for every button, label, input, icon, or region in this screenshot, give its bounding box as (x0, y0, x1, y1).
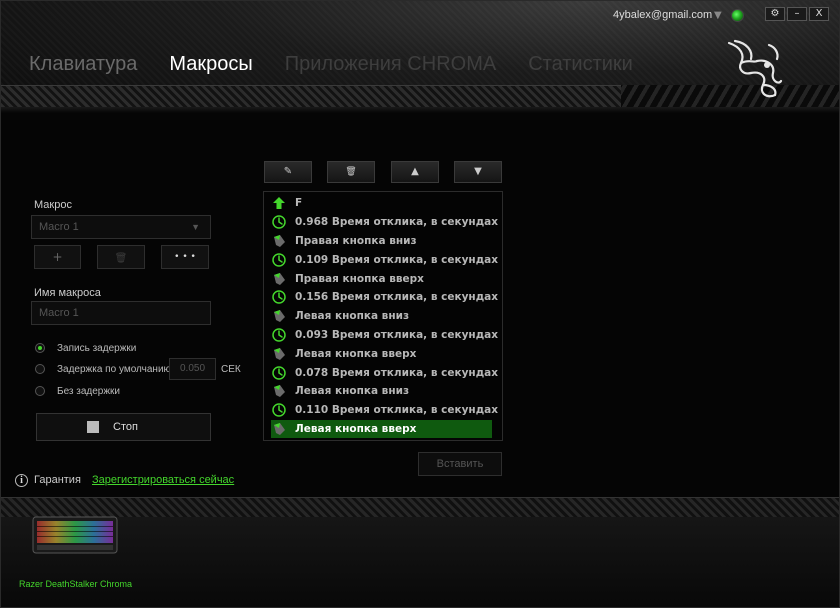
macro-steps-list[interactable]: F 0.968 Время отклика, в секундах Правая к… (263, 191, 503, 441)
mouse-icon (271, 233, 287, 249)
device-bar (1, 517, 839, 607)
razer-logo-icon (727, 39, 783, 98)
edit-step-button[interactable]: ✎ (264, 161, 312, 183)
keyboard-device-image[interactable] (31, 513, 119, 557)
list-item-text: 0.109 Время отклика, в секундах (295, 253, 499, 266)
move-down-button[interactable]: ▼ (454, 161, 502, 183)
insert-button[interactable]: Вставить (418, 452, 502, 476)
default-delay-input[interactable]: 0.050 (169, 358, 216, 380)
minimize-button[interactable]: – (787, 7, 807, 21)
tab-stats[interactable]: Статистики (528, 53, 633, 76)
list-item-selected[interactable]: Левая кнопка вверх (271, 419, 492, 439)
stop-button[interactable]: Стоп (36, 413, 211, 441)
tab-macros[interactable]: Макросы (169, 53, 252, 76)
stop-label: Стоп (113, 421, 138, 433)
record-delay-radio[interactable] (35, 343, 45, 353)
info-icon: i (15, 474, 28, 487)
trash-icon: 🗑 (114, 253, 128, 264)
device-name[interactable]: Razer DeathStalker Chroma (19, 579, 132, 589)
default-delay-label: Задержка по умолчанию (57, 364, 172, 375)
more-options-button[interactable]: • • • (161, 245, 209, 269)
register-now-link[interactable]: Зарегистрироваться сейчас (92, 474, 234, 486)
list-item[interactable]: Левая кнопка вверх (271, 344, 492, 363)
delete-step-button[interactable]: 🗑 (327, 161, 375, 183)
clock-icon (271, 402, 287, 418)
delete-macro-button[interactable]: 🗑 (97, 245, 145, 269)
move-up-button[interactable]: ▲ (391, 161, 439, 183)
list-item-text: Левая кнопка вверх (295, 422, 417, 435)
default-delay-radio[interactable] (35, 364, 45, 374)
list-item[interactable]: 0.110 Время отклика, в секундах (271, 401, 498, 420)
no-delay-radio[interactable] (35, 386, 45, 396)
clock-icon (271, 214, 287, 230)
delay-unit-label: СЕК (221, 364, 241, 375)
online-status-icon (731, 9, 744, 22)
list-item-text: 0.156 Время отклика, в секундах (295, 291, 499, 304)
no-delay-label: Без задержки (57, 386, 121, 397)
list-item[interactable]: Правая кнопка вниз (271, 232, 492, 251)
macro-name-input[interactable]: Macro 1 (31, 301, 211, 325)
mouse-icon (271, 383, 287, 399)
list-item[interactable]: Левая кнопка вниз (271, 307, 492, 326)
tab-keyboard[interactable]: Клавиатура (29, 53, 137, 76)
account-email[interactable]: 4ybalex@gmail.com (613, 9, 712, 21)
clock-icon (271, 327, 287, 343)
clock-icon (271, 289, 287, 305)
synapse-window: 4ybalex@gmail.com ▼ ⚙ – X Клавиатура Мак… (0, 0, 840, 608)
account-dropdown-icon[interactable]: ▼ (714, 10, 722, 21)
main-tabs: Клавиатура Макросы Приложения CHROMA Ста… (29, 53, 665, 76)
arrow-up-icon (271, 195, 287, 211)
mouse-icon (271, 346, 287, 362)
macro-select-value: Macro 1 (39, 221, 79, 233)
header-divider-shadow (1, 107, 839, 113)
macro-select[interactable]: Macro 1 ▼ (31, 215, 211, 239)
trash-icon: 🗑 (345, 167, 357, 177)
list-item-text: 0.968 Время отклика, в секундах (295, 216, 499, 229)
list-item[interactable]: 0.093 Время отклика, в секундах (271, 326, 498, 345)
mouse-icon (271, 271, 287, 287)
close-button[interactable]: X (809, 7, 829, 21)
list-item[interactable]: 0.968 Время отклика, в секундах (271, 213, 498, 232)
list-item-text: 0.078 Время отклика, в секундах (295, 366, 499, 379)
macro-name-label: Имя макроса (34, 287, 101, 299)
list-item-text: Правая кнопка вверх (295, 272, 424, 285)
list-item[interactable]: Левая кнопка вниз (271, 382, 492, 401)
mouse-icon (271, 308, 287, 324)
list-item[interactable]: Правая кнопка вверх (271, 269, 492, 288)
list-item-text: Левая кнопка вниз (295, 310, 410, 323)
list-item[interactable]: 0.078 Время отклика, в секундах (271, 363, 498, 382)
list-item-text: Левая кнопка вверх (295, 347, 417, 360)
mouse-icon (271, 421, 287, 437)
chevron-down-icon: ▼ (191, 222, 200, 232)
list-item-text: 0.093 Время отклика, в секундах (295, 328, 499, 341)
settings-button[interactable]: ⚙ (765, 7, 785, 21)
list-item-text: Левая кнопка вниз (295, 385, 410, 398)
tab-chroma-apps[interactable]: Приложения CHROMA (285, 53, 496, 76)
footer-divider (1, 497, 839, 517)
list-item[interactable]: F (271, 194, 492, 213)
macro-label: Макрос (34, 199, 72, 211)
warranty-label: Гарантия (34, 474, 81, 486)
clock-icon (271, 252, 287, 268)
list-item-text: Правая кнопка вниз (295, 234, 417, 247)
list-item[interactable]: 0.156 Время отклика, в секундах (271, 288, 498, 307)
list-item-text: 0.110 Время отклика, в секундах (295, 404, 499, 417)
clock-icon (271, 365, 287, 381)
list-item-text: F (295, 197, 303, 210)
add-macro-button[interactable]: + (34, 245, 81, 269)
stop-icon (87, 421, 99, 433)
list-item[interactable]: 0.109 Время отклика, в секундах (271, 250, 498, 269)
record-delay-label: Запись задержки (57, 343, 137, 354)
window-controls: ⚙ – X (763, 7, 829, 21)
